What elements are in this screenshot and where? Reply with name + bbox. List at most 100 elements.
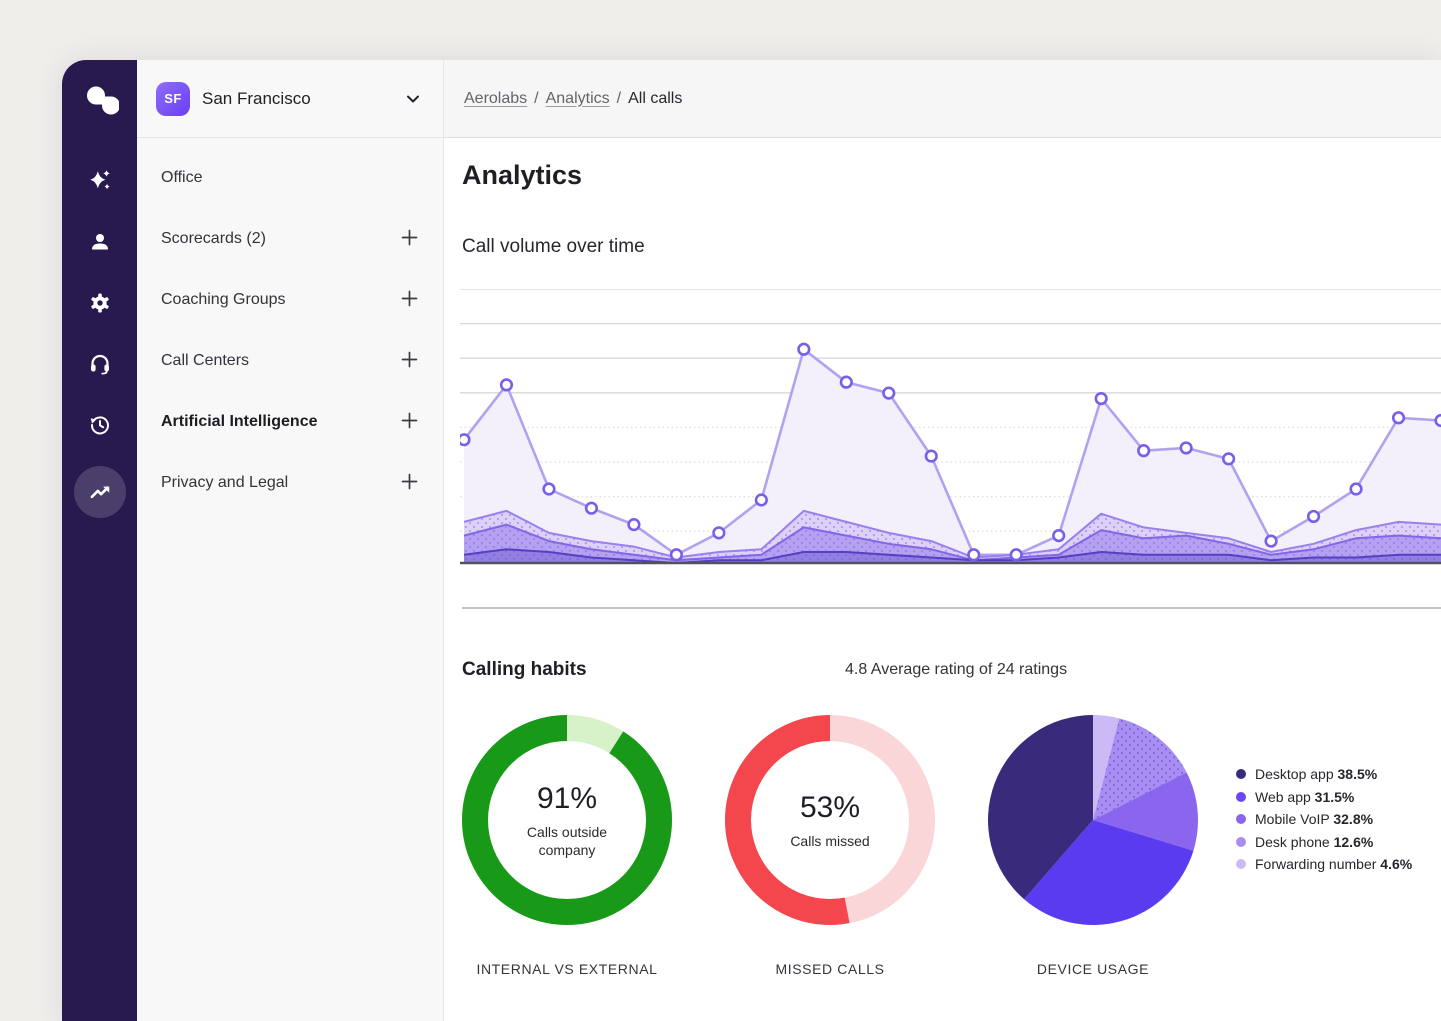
legend-dot-icon [1236, 769, 1246, 779]
breadcrumb: Aerolabs/Analytics/All calls [464, 90, 682, 108]
missed-calls-label: MISSED CALLS [705, 961, 955, 977]
plus-icon [401, 473, 418, 493]
data-point-marker [629, 519, 640, 530]
device-usage-legend: Desktop app 38.5% Web app 31.5% Mobile VoI… [1236, 763, 1412, 876]
content: Analytics Call volume over time Calling … [444, 138, 1441, 1021]
dialpad-logo-icon [81, 85, 119, 115]
sidebar-item-office[interactable]: Office [137, 147, 443, 208]
person-icon [88, 230, 112, 254]
data-point-marker [714, 528, 725, 539]
legend-label: Desk phone 12.6% [1255, 834, 1373, 850]
history-icon [88, 413, 112, 437]
legend-row-forwarding-number: Forwarding number 4.6% [1236, 853, 1412, 876]
page-title: Analytics [462, 160, 582, 191]
data-point-marker [1223, 454, 1234, 465]
calling-habits-title: Calling habits [462, 659, 587, 681]
workspace-switcher[interactable]: SF San Francisco [137, 60, 443, 138]
add-artificial-intelligence-button[interactable] [399, 412, 419, 432]
data-point-marker [1393, 412, 1404, 423]
add-privacy-and-legal-button[interactable] [399, 473, 419, 493]
series-area-all-calls [464, 349, 1441, 563]
rail-item-history[interactable] [74, 405, 126, 445]
breadcrumb-all-calls: All calls [628, 90, 682, 108]
data-point-marker [1266, 536, 1277, 547]
data-point-marker [926, 451, 937, 462]
data-point-marker [756, 495, 767, 506]
breadcrumb-aerolabs[interactable]: Aerolabs [464, 90, 527, 108]
rail-item-settings[interactable] [74, 283, 126, 323]
missed-calls-caption: Calls missed [790, 832, 869, 850]
sidebar-item-label: Office [161, 169, 203, 187]
plus-icon [401, 290, 418, 310]
device-usage-chart: DEVICE USAGE [988, 715, 1198, 925]
sidebar-item-label: Coaching Groups [161, 291, 286, 309]
sidebar-item-scorecards-2[interactable]: Scorecards (2) [137, 208, 443, 269]
sparkles-icon [87, 168, 113, 194]
legend-row-desktop-app: Desktop app 38.5% [1236, 763, 1412, 786]
call-volume-chart [460, 289, 1441, 567]
missed-calls-value: 53% [800, 791, 860, 825]
rail-item-analytics[interactable] [74, 466, 126, 518]
rail-item-assistant[interactable] [74, 161, 126, 201]
sidebar-item-privacy-and-legal[interactable]: Privacy and Legal [137, 452, 443, 513]
data-point-marker [1436, 415, 1441, 426]
rail-item-support[interactable] [74, 344, 126, 384]
icon-rail [62, 60, 137, 1021]
device-usage-svg [988, 715, 1198, 925]
legend-dot-icon [1236, 837, 1246, 847]
data-point-marker [586, 503, 597, 514]
data-point-marker [1011, 549, 1022, 560]
internal-vs-external-center-label: 91%Calls outside company [489, 742, 645, 898]
data-point-marker [841, 377, 852, 388]
data-point-marker [1181, 443, 1192, 454]
data-point-marker [460, 434, 469, 445]
legend-label: Desktop app 38.5% [1255, 766, 1377, 782]
missed-calls-center-label: 53% Calls missed [752, 742, 908, 898]
legend-dot-icon [1236, 792, 1246, 802]
data-point-marker [1053, 530, 1064, 541]
legend-row-web-app: Web app 31.5% [1236, 786, 1412, 809]
rail-items [74, 161, 126, 518]
breadcrumb-analytics[interactable]: Analytics [546, 90, 610, 108]
legend-row-desk-phone: Desk phone 12.6% [1236, 831, 1412, 854]
data-point-marker [1138, 445, 1149, 456]
data-point-marker [1351, 484, 1362, 495]
data-point-marker [1308, 511, 1319, 522]
gear-icon [88, 291, 112, 315]
internal-vs-external-label: INTERNAL VS EXTERNAL [442, 961, 692, 977]
data-point-marker [501, 380, 512, 391]
legend-row-mobile-voip: Mobile VoIP 32.8% [1236, 808, 1412, 831]
chevron-down-icon[interactable] [405, 91, 421, 107]
sidebar-item-coaching-groups[interactable]: Coaching Groups [137, 269, 443, 330]
call-volume-chart-svg [460, 289, 1441, 567]
data-point-marker [968, 549, 979, 560]
workspace-name: San Francisco [202, 89, 311, 109]
sidebar-item-label: Call Centers [161, 352, 249, 370]
internal-vs-external-caption: Calls outside company [505, 823, 629, 859]
data-point-marker [544, 484, 555, 495]
sidebar-item-call-centers[interactable]: Call Centers [137, 330, 443, 391]
legend-dot-icon [1236, 814, 1246, 824]
topbar: Aerolabs/Analytics/All calls [444, 60, 1441, 138]
section-divider [462, 607, 1441, 609]
legend-label: Forwarding number 4.6% [1255, 856, 1412, 872]
workspace-badge: SF [156, 82, 190, 116]
trending-up-icon [87, 479, 113, 505]
missed-calls-chart: 53%Calls missedMISSED CALLS [725, 715, 935, 925]
call-volume-section-title: Call volume over time [462, 236, 645, 258]
sidebar-item-artificial-intelligence[interactable]: Artificial Intelligence [137, 391, 443, 452]
add-call-centers-button[interactable] [399, 351, 419, 371]
plus-icon [401, 229, 418, 249]
rail-item-contacts[interactable] [74, 222, 126, 262]
legend-label: Web app 31.5% [1255, 789, 1354, 805]
legend-label: Mobile VoIP 32.8% [1255, 811, 1373, 827]
app-window: SF San Francisco Office Scorecards (2) Coa… [62, 60, 1441, 1021]
add-coaching-groups-button[interactable] [399, 290, 419, 310]
sidebar-menu: Office Scorecards (2) Coaching Groups Call … [137, 138, 443, 513]
add-scorecards-2-button[interactable] [399, 229, 419, 249]
headset-icon [88, 352, 112, 376]
data-point-marker [1096, 393, 1107, 404]
dialpad-logo-icon[interactable] [80, 80, 120, 120]
average-rating-text: 4.8 Average rating of 24 ratings [845, 661, 1067, 679]
plus-icon [401, 351, 418, 371]
